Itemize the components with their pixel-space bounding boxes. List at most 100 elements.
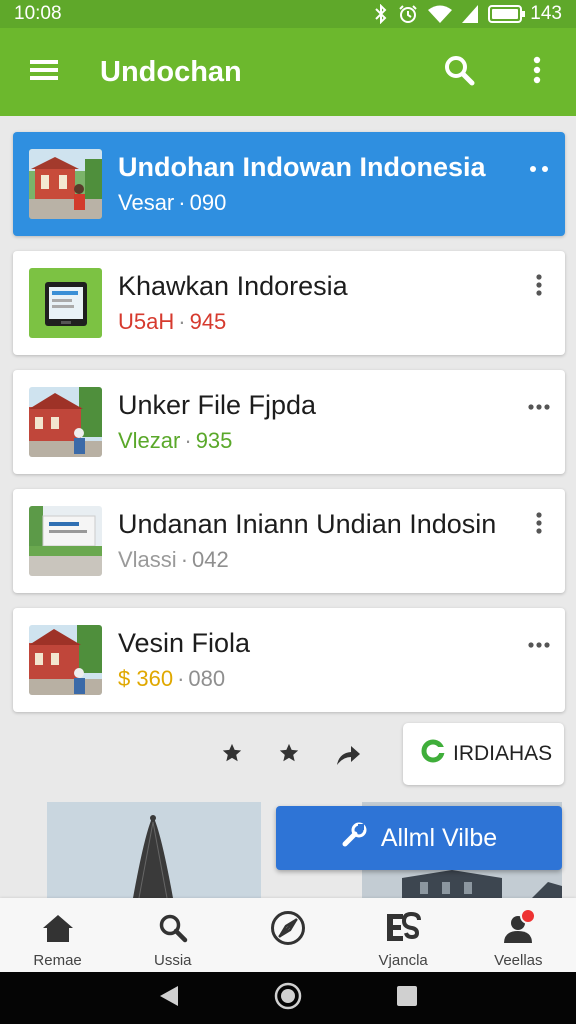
overflow-menu-button[interactable]: [498, 28, 576, 116]
item-separator: ·: [177, 666, 185, 691]
item-more-button[interactable]: [527, 630, 551, 658]
item-subtitle: Vlezar · 935: [118, 426, 565, 456]
list-item[interactable]: Khawkan Indoresia U5aH · 945: [13, 251, 565, 355]
status-icons: 143: [374, 3, 562, 25]
nav-item-brand[interactable]: Vjancla: [346, 898, 461, 972]
star-icon: [221, 742, 243, 769]
home-circle-icon: [274, 982, 302, 1015]
item-title: Unker File Fjpda: [118, 390, 317, 420]
es-logo-icon: [385, 910, 422, 946]
nav-label: Vjancla: [378, 952, 428, 969]
item-title: Khawkan Indoresia: [118, 271, 348, 301]
promo-image-left: [47, 802, 261, 898]
recents-square-icon: [396, 985, 418, 1012]
wrench-icon: [341, 822, 367, 855]
item-price: Vesar: [118, 190, 175, 215]
list-item[interactable]: Undohan Indowan Indonesia Vesar · 090: [13, 132, 565, 236]
item-subtitle: Vesar · 090: [118, 188, 565, 218]
item-thumbnail: [29, 149, 102, 219]
nav-item-explore[interactable]: [230, 898, 345, 972]
item-price: Vlassi: [118, 547, 177, 572]
hamburger-icon: [30, 59, 58, 86]
item-thumbnail: [29, 625, 102, 695]
item-more-button[interactable]: [527, 154, 551, 182]
item-text: Vesin Fiola $ 360 · 080: [118, 626, 565, 694]
item-list: Undohan Indowan Indonesia Vesar · 090 Khaw…: [13, 132, 565, 727]
item-code: 935: [195, 428, 233, 453]
item-separator: ·: [178, 190, 186, 215]
more-vertical-icon: [533, 56, 541, 89]
bottom-nav: Remae Ussia Vjancla Veellas: [0, 898, 576, 972]
ring-logo-icon: [421, 739, 445, 769]
nav-label: Remae: [33, 952, 82, 969]
item-code: 080: [188, 666, 226, 691]
item-price: Vlezar: [118, 428, 181, 453]
more-vertical-icon: [536, 273, 542, 301]
item-separator: ·: [184, 428, 192, 453]
item-thumbnail: [29, 268, 102, 338]
item-code: 945: [189, 309, 227, 334]
item-price: U5aH: [118, 309, 175, 334]
compass-icon: [270, 910, 306, 946]
home-button[interactable]: [268, 978, 308, 1018]
battery-level: 143: [530, 3, 562, 24]
item-thumbnail: [29, 387, 102, 457]
item-more-button[interactable]: [527, 511, 551, 539]
item-subtitle: U5aH · 945: [118, 307, 565, 337]
item-code: 090: [189, 190, 227, 215]
profile-icon: [500, 908, 537, 946]
recents-button[interactable]: [387, 978, 427, 1018]
item-more-button[interactable]: [527, 273, 551, 301]
nav-label: Ussia: [154, 952, 192, 969]
more-horizontal-icon: [528, 635, 550, 653]
battery-indicator: 143: [488, 3, 562, 25]
item-text: Khawkan Indoresia U5aH · 945: [118, 269, 565, 337]
item-thumbnail: [29, 506, 102, 576]
brand-chip[interactable]: IRDIAHAS: [403, 723, 564, 785]
list-item[interactable]: Unker File Fjpda Vlezar · 935: [13, 370, 565, 474]
item-code: 042: [192, 547, 229, 572]
app-bar: Undochan: [0, 28, 576, 116]
list-item[interactable]: Undanan Iniann Undian Indosin Vlassi · 042: [13, 489, 565, 593]
item-text: Undanan Iniann Undian Indosin Vlassi · 042: [118, 507, 565, 575]
favorite-button[interactable]: [212, 735, 252, 775]
search-icon: [443, 54, 475, 91]
search-button[interactable]: [420, 28, 498, 116]
item-more-button[interactable]: [527, 392, 551, 420]
star-icon: [278, 742, 300, 769]
item-separator: ·: [180, 547, 189, 572]
nav-item-profile[interactable]: Veellas: [461, 898, 576, 972]
cta-button[interactable]: Allml Vilbe: [276, 806, 562, 870]
nav-item-home[interactable]: Remae: [0, 898, 115, 972]
home-icon: [40, 910, 76, 946]
app-title: Undochan: [100, 55, 242, 88]
item-subtitle: $ 360 · 080: [118, 664, 565, 694]
nav-item-search[interactable]: Ussia: [115, 898, 230, 972]
back-button[interactable]: [149, 978, 189, 1018]
battery-icon: [488, 5, 526, 23]
menu-button[interactable]: [0, 28, 88, 116]
item-title: Vesin Fiola: [118, 628, 251, 658]
item-title: Undanan Iniann Undian Indosin: [118, 509, 497, 539]
item-title: Undohan Indowan Indonesia: [118, 152, 486, 182]
wifi-icon: [428, 5, 453, 23]
item-text: Unker File Fjpda Vlezar · 935: [118, 388, 565, 456]
status-bar: 10:08 143: [0, 0, 576, 28]
share-button[interactable]: [328, 737, 368, 777]
back-triangle-icon: [158, 984, 180, 1013]
signal-icon: [462, 5, 479, 23]
cta-label: Allml Vilbe: [380, 823, 498, 852]
share-icon: [335, 743, 361, 772]
system-nav-bar: [0, 972, 576, 1024]
item-price: $ 360: [118, 666, 174, 691]
more-horizontal-icon: [528, 397, 550, 415]
status-time: 10:08: [14, 3, 62, 24]
list-item[interactable]: Vesin Fiola $ 360 · 080: [13, 608, 565, 712]
more-horizontal-icon: [529, 159, 549, 177]
item-separator: ·: [178, 309, 186, 334]
brand-label: IRDIAHAS: [453, 742, 553, 765]
item-subtitle: Vlassi · 042: [118, 545, 565, 575]
rate-button[interactable]: [269, 735, 309, 775]
alarm-icon: [398, 4, 418, 24]
search-icon: [155, 910, 191, 946]
